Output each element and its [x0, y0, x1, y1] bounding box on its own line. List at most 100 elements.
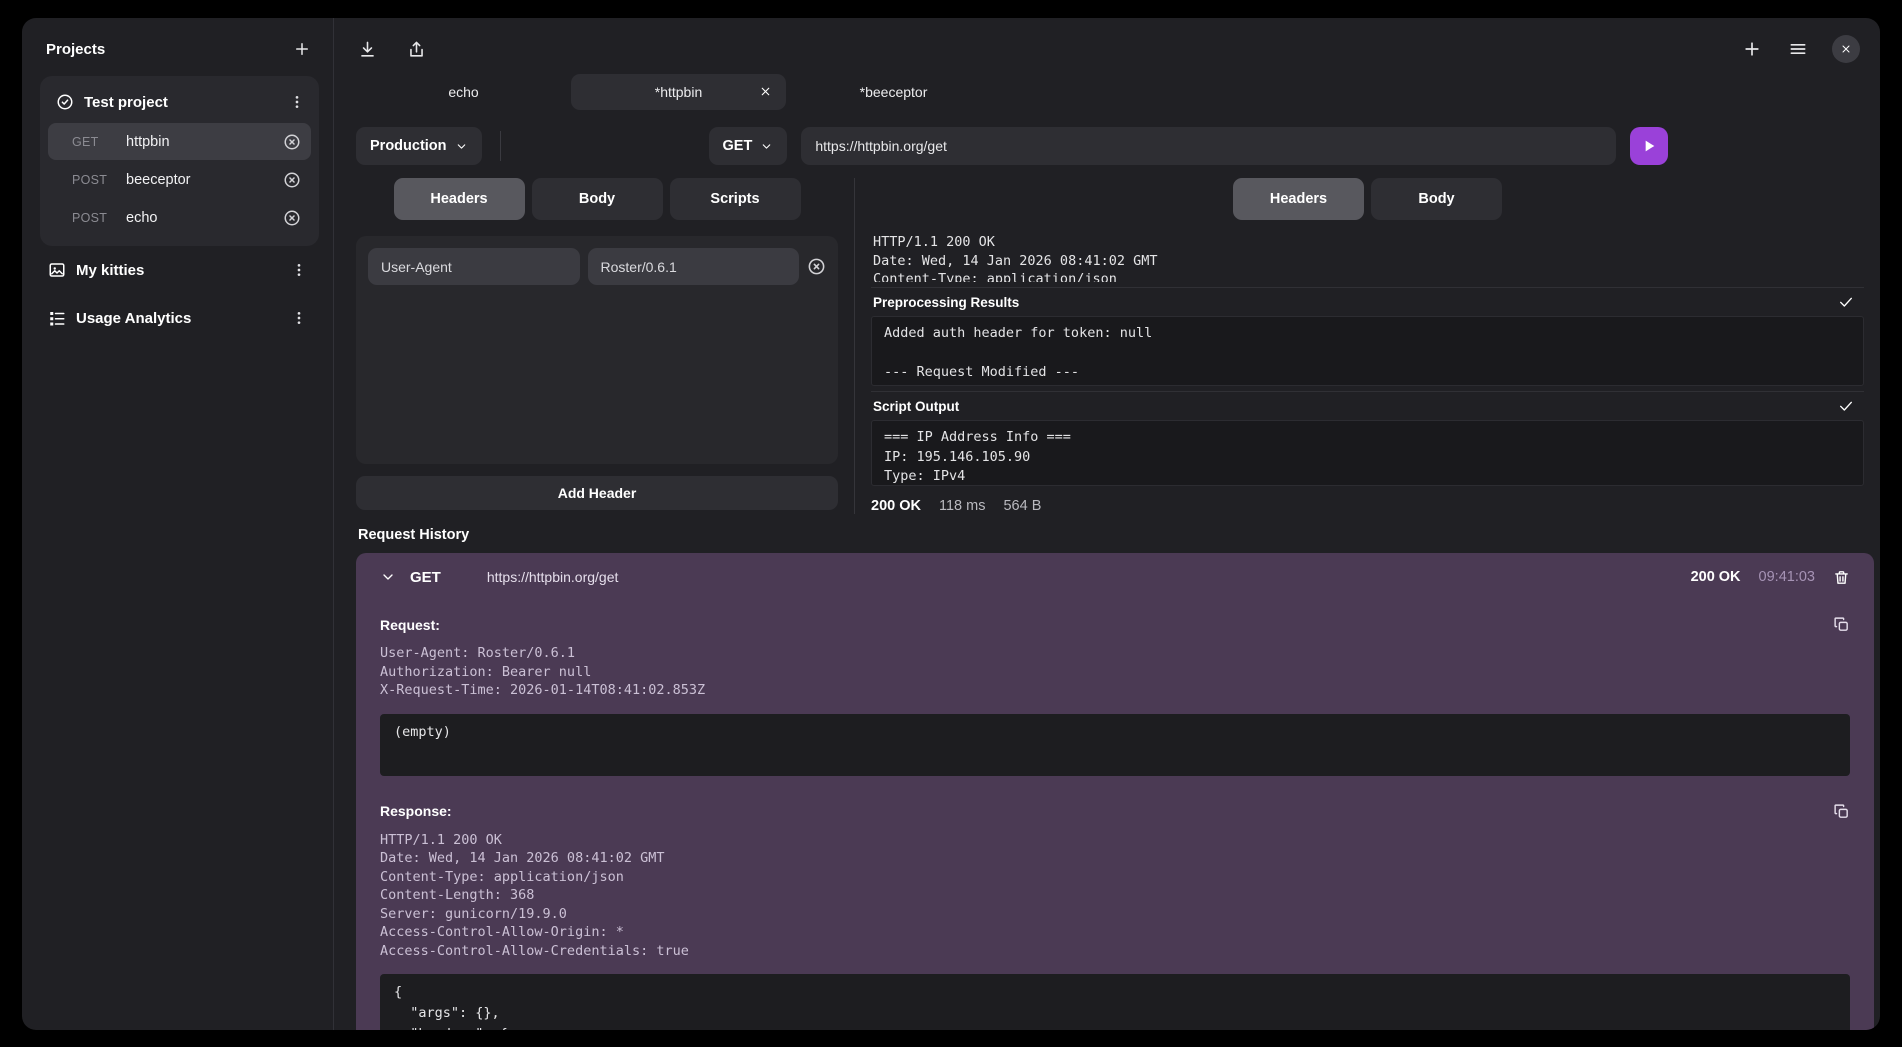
delete-entry-button[interactable]: [1833, 569, 1850, 586]
download-icon: [358, 40, 377, 59]
preprocessing-title: Preprocessing Results: [873, 295, 1019, 310]
collapse-entry-button[interactable]: [380, 569, 396, 585]
remove-circle-icon: [283, 209, 301, 227]
project-menu-button[interactable]: [287, 92, 307, 112]
script-output-section-header: Script Output: [871, 391, 1864, 420]
main-area: echo *httpbin *beeceptor Production GET: [333, 18, 1880, 1030]
kebab-icon: [291, 262, 307, 278]
sidebar-item-echo[interactable]: POST echo: [48, 199, 311, 236]
history-url: https://httpbin.org/get: [487, 569, 619, 585]
history-request-body: (empty): [380, 714, 1850, 776]
remove-request-button[interactable]: [283, 171, 301, 189]
response-label: Response:: [380, 803, 452, 819]
tab-request-body[interactable]: Body: [532, 178, 663, 220]
menu-button[interactable]: [1786, 37, 1810, 61]
kebab-icon: [289, 94, 305, 110]
kebab-icon: [291, 310, 307, 326]
close-icon: [1840, 43, 1852, 55]
request-bar: Production GET: [334, 126, 1880, 166]
play-icon: [1641, 138, 1657, 154]
tab-echo[interactable]: echo: [356, 74, 571, 110]
preprocessing-section-header: Preprocessing Results: [871, 287, 1864, 316]
status-size: 564 B: [1003, 498, 1041, 514]
headers-list: [356, 236, 838, 464]
tab-label: *httpbin: [655, 84, 702, 100]
copy-response-button[interactable]: [1833, 803, 1850, 820]
plus-icon: [1742, 39, 1762, 59]
sidebar-item-httpbin[interactable]: GET httpbin: [48, 123, 311, 160]
add-header-button[interactable]: Add Header: [356, 476, 838, 510]
history-response-body: { "args": {}, "headers": {: [380, 974, 1850, 1030]
check-icon: [1838, 294, 1854, 310]
tab-httpbin[interactable]: *httpbin: [571, 74, 786, 110]
add-project-button[interactable]: [291, 38, 313, 60]
response-headers-text: HTTP/1.1 200 OK Date: Wed, 14 Jan 2026 0…: [871, 233, 1864, 282]
check-circle-icon: [56, 93, 74, 111]
tab-label: echo: [448, 84, 478, 100]
sidebar: Projects Test project GET httpbin: [22, 18, 333, 1030]
header-key-input[interactable]: [368, 248, 580, 285]
url-input[interactable]: [801, 127, 1616, 165]
remove-request-button[interactable]: [283, 133, 301, 151]
copy-request-button[interactable]: [1833, 616, 1850, 633]
sidebar-item-usage-analytics[interactable]: Usage Analytics: [40, 294, 319, 342]
environment-label: Production: [370, 138, 447, 154]
plus-icon: [293, 40, 311, 58]
section-menu-button[interactable]: [289, 308, 309, 328]
tab-request-scripts[interactable]: Scripts: [670, 178, 801, 220]
remove-header-button[interactable]: [807, 257, 826, 276]
header-value-input[interactable]: [588, 248, 800, 285]
project-group-header[interactable]: Test project: [48, 84, 311, 122]
history-request-section: Request:: [380, 616, 1850, 633]
response-tabs: Headers Body: [871, 178, 1864, 220]
section-menu-button[interactable]: [289, 260, 309, 280]
image-icon: [48, 261, 66, 279]
preprocessing-output: Added auth header for token: null --- Re…: [871, 316, 1864, 386]
request-history: Request History GET https://httpbin.org/…: [334, 527, 1880, 1030]
script-output-text: === IP Address Info === IP: 195.146.105.…: [871, 420, 1864, 486]
close-tab-button[interactable]: [759, 85, 772, 98]
sidebar-item-beeceptor[interactable]: POST beeceptor: [48, 161, 311, 198]
copy-icon: [1833, 803, 1850, 820]
menu-icon: [1788, 39, 1808, 59]
sidebar-title: Projects: [46, 41, 105, 58]
copy-icon: [1833, 616, 1850, 633]
tab-response-headers[interactable]: Headers: [1233, 178, 1364, 220]
export-button[interactable]: [405, 38, 428, 61]
history-entry-header[interactable]: GET https://httpbin.org/get 200 OK 09:41…: [380, 553, 1850, 601]
status-code: 200 OK: [871, 498, 921, 514]
remove-circle-icon: [283, 133, 301, 151]
list-icon: [48, 309, 66, 327]
request-method-label: POST: [72, 211, 126, 225]
history-response-section: Response:: [380, 803, 1850, 820]
tab-request-headers[interactable]: Headers: [394, 178, 525, 220]
history-status: 200 OK: [1691, 569, 1741, 585]
tab-strip: echo *httpbin *beeceptor: [334, 72, 1880, 112]
status-time: 118 ms: [939, 498, 985, 514]
request-history-title: Request History: [356, 527, 1880, 543]
script-output-title: Script Output: [873, 399, 959, 414]
history-time: 09:41:03: [1759, 569, 1815, 585]
header-row: [368, 248, 826, 285]
sidebar-section-label: Usage Analytics: [76, 310, 191, 327]
history-method: GET: [410, 569, 441, 586]
divider: [500, 131, 501, 161]
check-icon: [1838, 398, 1854, 414]
remove-request-button[interactable]: [283, 209, 301, 227]
import-button[interactable]: [356, 38, 379, 61]
request-label: Request:: [380, 617, 440, 633]
close-icon: [759, 85, 772, 98]
close-window-button[interactable]: [1832, 35, 1860, 63]
tab-beeceptor[interactable]: *beeceptor: [786, 74, 1001, 110]
method-dropdown[interactable]: GET: [709, 127, 788, 165]
request-response-panels: Headers Body Scripts Add Header: [334, 178, 1880, 514]
environment-dropdown[interactable]: Production: [356, 127, 482, 165]
sidebar-item-my-kitties[interactable]: My kitties: [40, 246, 319, 294]
new-tab-button[interactable]: [1740, 37, 1764, 61]
chevron-down-icon: [760, 140, 773, 153]
response-status-row: 200 OK 118 ms 564 B: [871, 498, 1864, 514]
history-response-headers: HTTP/1.1 200 OK Date: Wed, 14 Jan 2026 0…: [380, 831, 1850, 961]
send-button[interactable]: [1630, 127, 1668, 165]
tab-response-body[interactable]: Body: [1371, 178, 1502, 220]
request-method-label: POST: [72, 173, 126, 187]
